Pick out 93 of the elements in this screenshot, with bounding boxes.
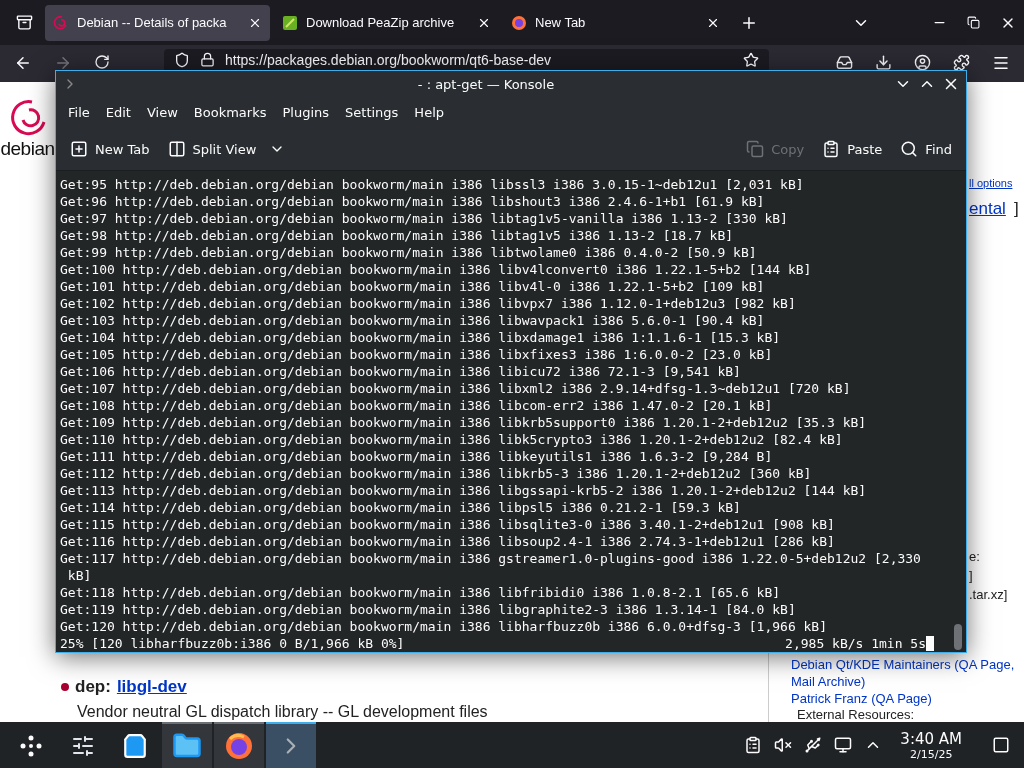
browser-tab[interactable]: New Tab	[503, 4, 728, 41]
menu-item[interactable]: Settings	[337, 101, 407, 125]
window-title: - : apt-get — Konsole	[416, 76, 556, 92]
forward-icon[interactable]	[54, 54, 72, 72]
split-view-icon	[167, 140, 186, 159]
terminal-line: Get:97 http://deb.debian.org/debian bookworm/main i386 libtag1v5-vanilla i386 1.13-2 [330 kB]	[60, 210, 789, 227]
shopping-bag-icon	[122, 733, 148, 759]
menu-icon[interactable]	[992, 54, 1010, 72]
dep-label: dep:	[75, 677, 111, 697]
menu-item[interactable]: File	[60, 101, 98, 125]
tab-list-icon[interactable]	[16, 14, 33, 31]
terminal-line: Get:109 http://deb.debian.org/debian bookworm/main i386 libkrb5support0 i386 1.20.1-2+deb12u2 [35.3 kB]	[60, 414, 868, 431]
browser-tab[interactable]: Download PeaZip archive	[274, 4, 499, 41]
file-text: ]	[969, 568, 974, 583]
new-tab-icon	[70, 140, 88, 159]
file-text: .tar.xz]	[969, 587, 1009, 602]
usb-icon[interactable]	[804, 736, 823, 754]
terminal-line: Get:110 http://deb.debian.org/debian bookworm/main i386 libk5crypto3 i386 1.20.1-2+deb12u2 [82.4 kB]	[60, 431, 844, 448]
terminal-line: Get:102 http://deb.debian.org/debian bookworm/main i386 libvpx7 i386 1.12.0-1+deb12u3 [982 kB]	[60, 295, 797, 312]
account-icon[interactable]	[914, 54, 931, 71]
bookmark-star-icon[interactable]	[743, 51, 759, 68]
restore-icon[interactable]	[967, 16, 980, 29]
toolbar-button[interactable]: Paste	[816, 136, 889, 163]
sliders-icon	[71, 734, 95, 758]
terminal-line: Get:98 http://deb.debian.org/debian bookworm/main i386 libtag1v5 i386 1.13-2 [18.7 kB]	[60, 227, 735, 244]
terminal-line: Get:104 http://deb.debian.org/debian bookworm/main i386 libxdamage1 i386 1:1.1.6-1 [15.3 kB]	[60, 329, 782, 346]
terminal-line: Get:115 http://deb.debian.org/debian bookworm/main i386 libsqlite3-0 i386 3.40.1-2+deb12u1 [908 kB]	[60, 516, 836, 533]
copy-icon	[746, 140, 765, 159]
maintainer-link[interactable]: Debian Qt/KDE Maintainers (QA Page, Mail Archive)	[791, 656, 1024, 690]
tray-icon[interactable]	[836, 54, 853, 71]
terminal-line: Get:119 http://deb.debian.org/debian bookworm/main i386 libgraphite2-3 i386 1.3.14-1 [84.0 kB]	[60, 601, 797, 618]
browser-tab[interactable]: Debian -- Details of packa	[45, 4, 270, 41]
progress-line: 25% [120 libharfbuzz0b:i386 0 B/1,966 kB 0%]	[60, 635, 405, 652]
toolbar-button[interactable]: Find	[894, 136, 958, 163]
reload-icon[interactable]	[94, 54, 110, 70]
cursor	[926, 636, 934, 651]
toolbar-button[interactable]: New Tab	[64, 136, 156, 163]
terminal-line: Get:120 http://deb.debian.org/debian bookworm/main i386 libharfbuzz0b i386 6.0.0+dfsg-3 [1,966 kB]	[60, 618, 828, 635]
terminal-line: Get:100 http://deb.debian.org/debian bookworm/main i386 libv4lconvert0 i386 1.22.1-5+b2 [144 kB]	[60, 261, 813, 278]
options-link[interactable]: ll options	[969, 177, 1024, 189]
swirl-icon	[53, 14, 69, 31]
muted-speaker-icon[interactable]	[774, 736, 793, 754]
terminal-line: Get:107 http://deb.debian.org/debian bookworm/main i386 libxml2 i386 2.9.14+dfsg-1.3~deb12u1 [720 kB]	[60, 380, 852, 397]
clock-time: 3:40 AM	[900, 729, 962, 748]
network-icon[interactable]	[834, 736, 853, 754]
menu-item[interactable]: Help	[406, 101, 452, 125]
search-icon	[900, 140, 919, 159]
terminal-line: Get:111 http://deb.debian.org/debian bookworm/main i386 libkeyutils1 i386 1.6.3-2 [9,284 B]	[60, 448, 774, 465]
bracket-text: ]	[1013, 199, 1019, 219]
clock-date: 2/15/25	[909, 747, 953, 761]
package-description: Vendor neutral GL dispatch library -- GL development files	[76, 703, 489, 721]
toolbar-button[interactable]: Split View	[161, 136, 292, 163]
terminal-line: Get:99 http://deb.debian.org/debian bookworm/main i386 libtwolame0 i386 0.4.0-2 [50.9 kB]	[60, 244, 758, 261]
menu-item[interactable]: View	[138, 101, 186, 125]
terminal-line: Get:106 http://deb.debian.org/debian bookworm/main i386 libicu72 i386 72.1-3 [9,541 kB]	[60, 363, 742, 380]
terminal-line: Get:112 http://deb.debian.org/debian bookworm/main i386 libkrb5-3 i386 1.20.1-2+deb12u2 [360 kB]	[60, 465, 813, 482]
maintainer-link[interactable]: Patrick Franz (QA Page)	[791, 690, 1024, 707]
suite-link[interactable]: ental	[969, 199, 1006, 219]
terminal-line: Get:105 http://deb.debian.org/debian bookworm/main i386 libxfixes3 i386 1:6.0.0-2 [23.0 kB]	[60, 346, 774, 363]
launcher-icon	[19, 734, 43, 758]
terminal-line: Get:96 http://deb.debian.org/debian bookworm/main i386 libshout3 i386 2.4.6-1+b1 [61.9 kB]	[60, 193, 766, 210]
bullet	[61, 683, 69, 691]
firefox-icon	[224, 731, 254, 761]
logo-text: debian	[0, 138, 55, 160]
menu-item[interactable]: Bookmarks	[185, 101, 275, 125]
lock-icon	[200, 52, 215, 67]
terminal-line: Get:103 http://deb.debian.org/debian bookworm/main i386 libwavpack1 i386 5.6.0-1 [90.4 kB]	[60, 312, 766, 329]
download-icon[interactable]	[875, 54, 892, 71]
address-field[interactable]: https://packages.debian.org/bookworm/qt6-base-dev	[164, 49, 769, 70]
terminal-line: Get:116 http://deb.debian.org/debian bookworm/main i386 libsoup2.4-1 i386 2.74.3-1+deb12u1 [286 kB]	[60, 533, 836, 550]
terminal-line: Get:101 http://deb.debian.org/debian bookworm/main i386 libv4l-0 i386 1.22.1-5+b2 [109 kB]	[60, 278, 766, 295]
package-link[interactable]: libgl-dev	[116, 677, 187, 697]
terminal-line: Get:108 http://deb.debian.org/debian bookworm/main i386 libcom-err2 i386 1.47.0-2 [20.1 kB]	[60, 397, 774, 414]
terminal-line: Get:95 http://deb.debian.org/debian bookworm/main i386 libssl3 i386 3.0.15-1~deb12u1 [2,031 kB]	[60, 176, 805, 193]
rate-text: 2,985 kB/s 1min 5s	[785, 635, 926, 652]
section-heading: External Resources:	[796, 707, 916, 722]
puzzle-icon[interactable]	[953, 54, 970, 71]
terminal-line: kB]	[66, 567, 93, 584]
taskbar-app[interactable]	[162, 722, 212, 768]
terminal-line: Get:113 http://deb.debian.org/debian bookworm/main i386 libgssapi-krb5-2 i386 1.20.1-2+deb12u2 [144 kB]	[60, 482, 868, 499]
clock[interactable]: 3:40 AM 2/15/25	[900, 729, 962, 761]
file-text: e:	[969, 549, 981, 564]
menu-item[interactable]: Plugins	[274, 101, 338, 125]
clipboard-icon[interactable]	[744, 736, 763, 754]
back-icon[interactable]	[14, 54, 32, 72]
menu-item[interactable]: Edit	[97, 101, 139, 125]
firefox-icon	[511, 14, 527, 31]
show-desktop-icon[interactable]	[992, 736, 1010, 754]
terminal-line: Get:118 http://deb.debian.org/debian bookworm/main i386 libfribidi0 i386 1.0.8-2.1 [65.6 kB]	[60, 584, 782, 601]
terminal-line: Get:117 http://deb.debian.org/debian bookworm/main i386 gstreamer1.0-plugins-good i386 1.22.0-5+deb12u2 [2,330	[60, 550, 922, 567]
shield-icon	[174, 51, 190, 68]
clipboard-icon	[822, 140, 841, 159]
terminal-line: Get:114 http://deb.debian.org/debian bookworm/main i386 libpsl5 i386 0.21.2-1 [59.3 kB]	[60, 499, 742, 516]
